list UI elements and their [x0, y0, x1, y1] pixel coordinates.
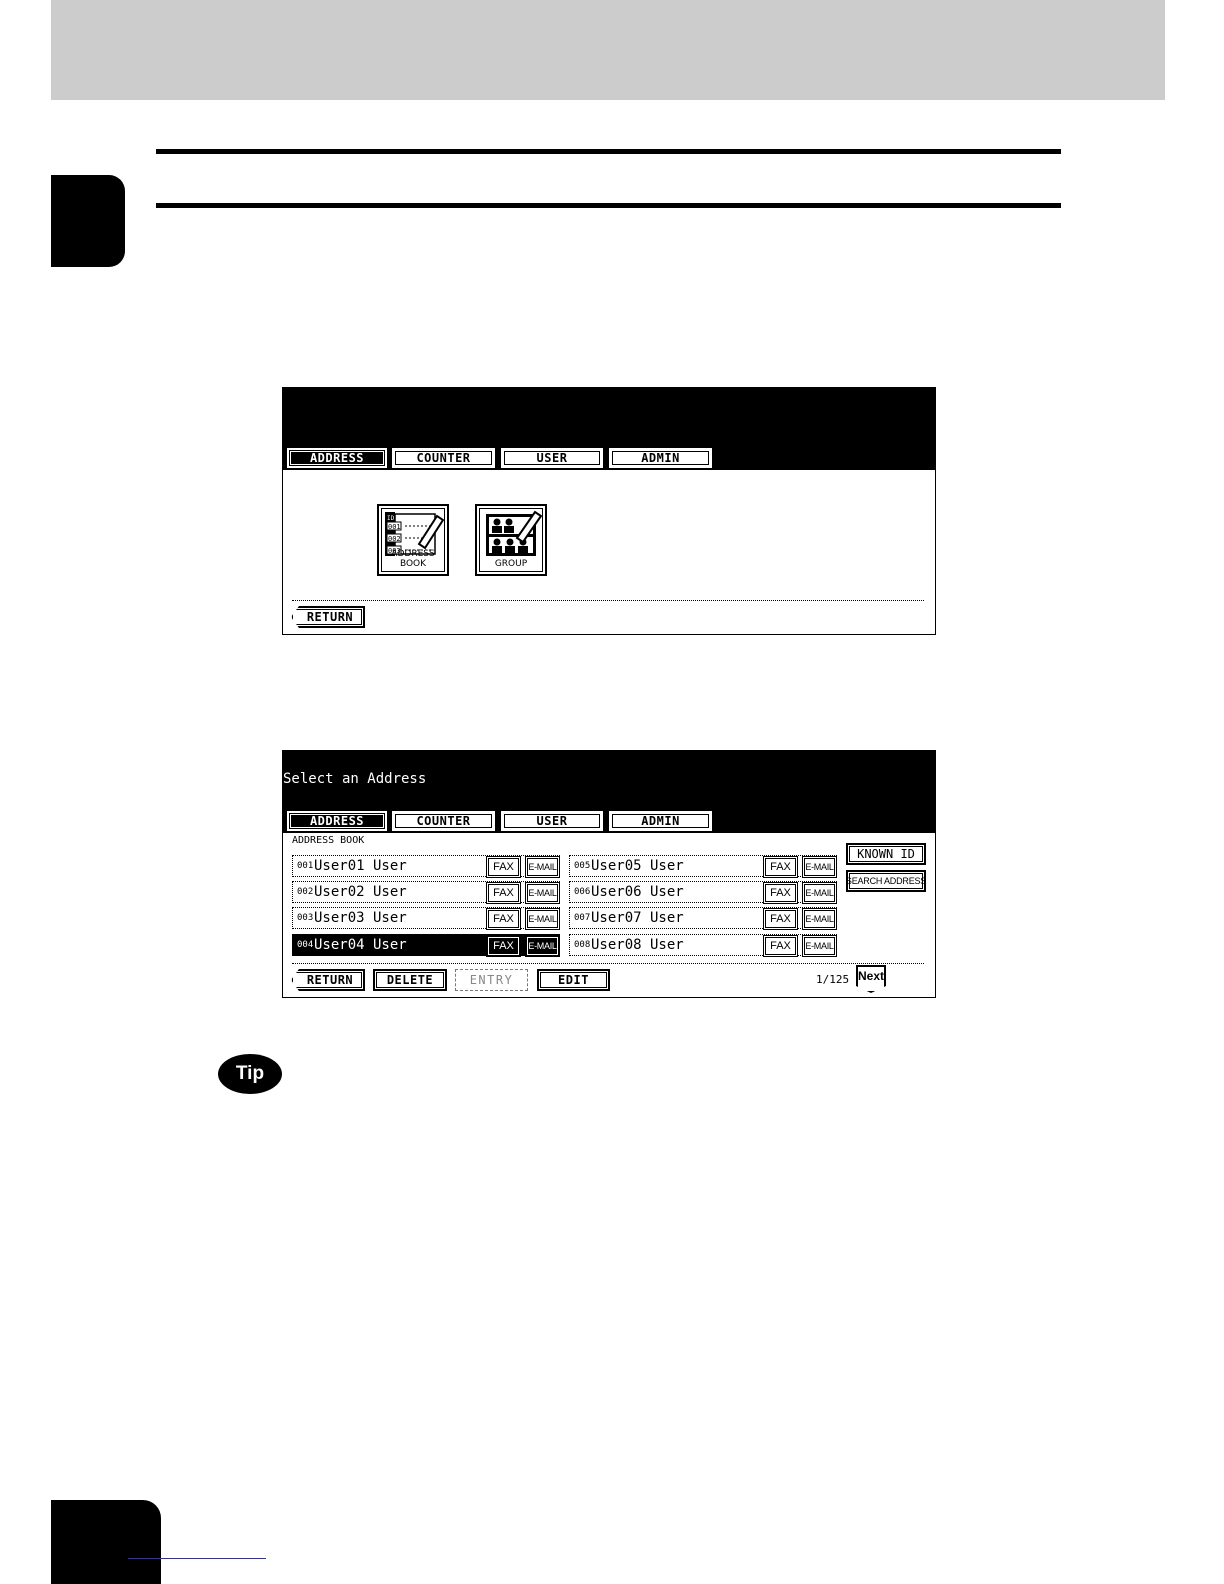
- next-page-button[interactable]: Next: [856, 965, 886, 993]
- entry-number: 003: [297, 913, 314, 923]
- footer-link-underline: [128, 1558, 266, 1559]
- tab-address[interactable]: ADDRESS: [287, 448, 387, 468]
- email-button[interactable]: E-MAIL: [525, 935, 560, 957]
- address-menu-screen: ADDRESS COUNTER USER ADMIN ID 001 002 00…: [282, 387, 936, 635]
- entry-name: User06 User: [591, 884, 684, 900]
- tip-badge: Tip: [218, 1054, 282, 1094]
- address-book-label: ADDRESS BOOK: [391, 549, 435, 569]
- entry-name: User04 User: [314, 937, 407, 953]
- return-button[interactable]: RETURN: [291, 606, 365, 628]
- address-entry[interactable]: 005 User05 User FAX E-MAIL: [569, 855, 837, 878]
- section-label: ADDRESS BOOK: [292, 835, 365, 846]
- edit-button[interactable]: EDIT: [537, 969, 610, 991]
- chapter-tab: [51, 175, 125, 267]
- tab-address[interactable]: ADDRESS: [287, 811, 387, 831]
- header-band: [51, 0, 1165, 100]
- fax-button[interactable]: FAX: [763, 856, 798, 878]
- tab-admin[interactable]: ADMIN: [609, 811, 712, 831]
- divider: [292, 600, 924, 601]
- svg-text:ID: ID: [387, 515, 395, 522]
- known-id-button[interactable]: KNOWN ID: [846, 843, 926, 865]
- address-entry[interactable]: 008 User08 User FAX E-MAIL: [569, 934, 837, 957]
- entry-number: 002: [297, 887, 314, 897]
- email-button[interactable]: E-MAIL: [802, 908, 837, 930]
- address-entry[interactable]: 003 User03 User FAX E-MAIL: [292, 907, 560, 930]
- select-address-screen: Select an Address ADDRESS COUNTER USER A…: [282, 750, 936, 998]
- address-entry[interactable]: 002 User02 User FAX E-MAIL: [292, 881, 560, 904]
- entry-name: User05 User: [591, 858, 684, 874]
- entry-number: 001: [297, 861, 314, 871]
- email-button[interactable]: E-MAIL: [802, 856, 837, 878]
- entry-number: 007: [574, 913, 591, 923]
- email-button[interactable]: E-MAIL: [525, 882, 560, 904]
- fax-button[interactable]: FAX: [763, 908, 798, 930]
- address-entry[interactable]: 001 User01 User FAX E-MAIL: [292, 855, 560, 878]
- entry-name: User07 User: [591, 910, 684, 926]
- email-button[interactable]: E-MAIL: [525, 908, 560, 930]
- entry-number: 006: [574, 887, 591, 897]
- title-rule-top: [156, 149, 1061, 154]
- divider: [292, 963, 924, 964]
- tab-user[interactable]: USER: [501, 811, 603, 831]
- page-number-tab: [51, 1500, 161, 1584]
- email-button[interactable]: E-MAIL: [802, 882, 837, 904]
- fax-button[interactable]: FAX: [486, 935, 521, 957]
- svg-text:002: 002: [388, 535, 401, 543]
- fax-button[interactable]: FAX: [486, 908, 521, 930]
- tab-user[interactable]: USER: [501, 448, 603, 468]
- tab-counter[interactable]: COUNTER: [392, 811, 495, 831]
- fax-button[interactable]: FAX: [763, 935, 798, 957]
- fax-button[interactable]: FAX: [486, 882, 521, 904]
- entry-number: 005: [574, 861, 591, 871]
- address-entry-selected[interactable]: 004 User04 User FAX E-MAIL: [292, 934, 560, 957]
- entry-name: User03 User: [314, 910, 407, 926]
- svg-text:001: 001: [388, 523, 401, 531]
- group-label: GROUP: [494, 559, 528, 569]
- fax-button[interactable]: FAX: [763, 882, 798, 904]
- fax-button[interactable]: FAX: [486, 856, 521, 878]
- return-button[interactable]: RETURN: [291, 969, 365, 991]
- delete-button[interactable]: DELETE: [373, 969, 447, 991]
- entry-name: User08 User: [591, 937, 684, 953]
- tab-admin[interactable]: ADMIN: [609, 448, 712, 468]
- title-rule-bottom: [156, 203, 1061, 208]
- email-button[interactable]: E-MAIL: [802, 935, 837, 957]
- group-button[interactable]: GROUP: [475, 504, 547, 576]
- entry-button[interactable]: ENTRY: [455, 969, 528, 991]
- address-book-button[interactable]: ID 001 002 003 ADDRESS BOOK: [377, 504, 449, 576]
- screen-title: Select an Address: [283, 771, 427, 787]
- entry-name: User01 User: [314, 858, 407, 874]
- entry-number: 004: [297, 940, 314, 950]
- tab-counter[interactable]: COUNTER: [392, 448, 495, 468]
- entry-name: User02 User: [314, 884, 407, 900]
- email-button[interactable]: E-MAIL: [525, 856, 560, 878]
- address-entry[interactable]: 006 User06 User FAX E-MAIL: [569, 881, 837, 904]
- address-entry[interactable]: 007 User07 User FAX E-MAIL: [569, 907, 837, 930]
- entry-number: 008: [574, 940, 591, 950]
- search-address-button[interactable]: SEARCH ADDRESS: [846, 870, 926, 892]
- page-indicator: 1/125: [816, 973, 850, 986]
- group-icon: [486, 510, 543, 556]
